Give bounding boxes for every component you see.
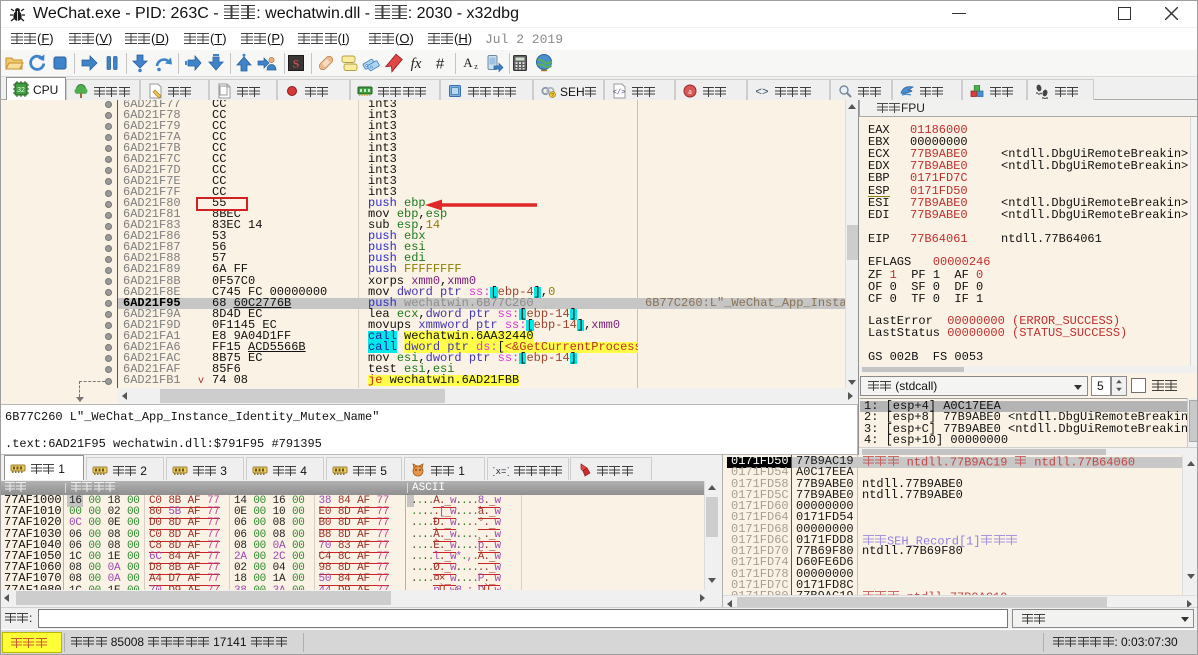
svg-text:#: #	[436, 56, 445, 73]
svg-text:a: a	[688, 87, 692, 96]
svg-text:A: A	[463, 55, 473, 70]
svg-text:<>: <>	[755, 87, 768, 99]
svg-text:</>: </>	[613, 89, 626, 97]
svg-text:z: z	[474, 62, 478, 71]
svg-text:fx: fx	[411, 56, 422, 72]
svg-text:[x=]: [x=]	[493, 467, 509, 477]
svg-text:32: 32	[17, 87, 25, 94]
svg-text:S: S	[293, 57, 300, 71]
svg-text:?: ?	[551, 93, 554, 99]
